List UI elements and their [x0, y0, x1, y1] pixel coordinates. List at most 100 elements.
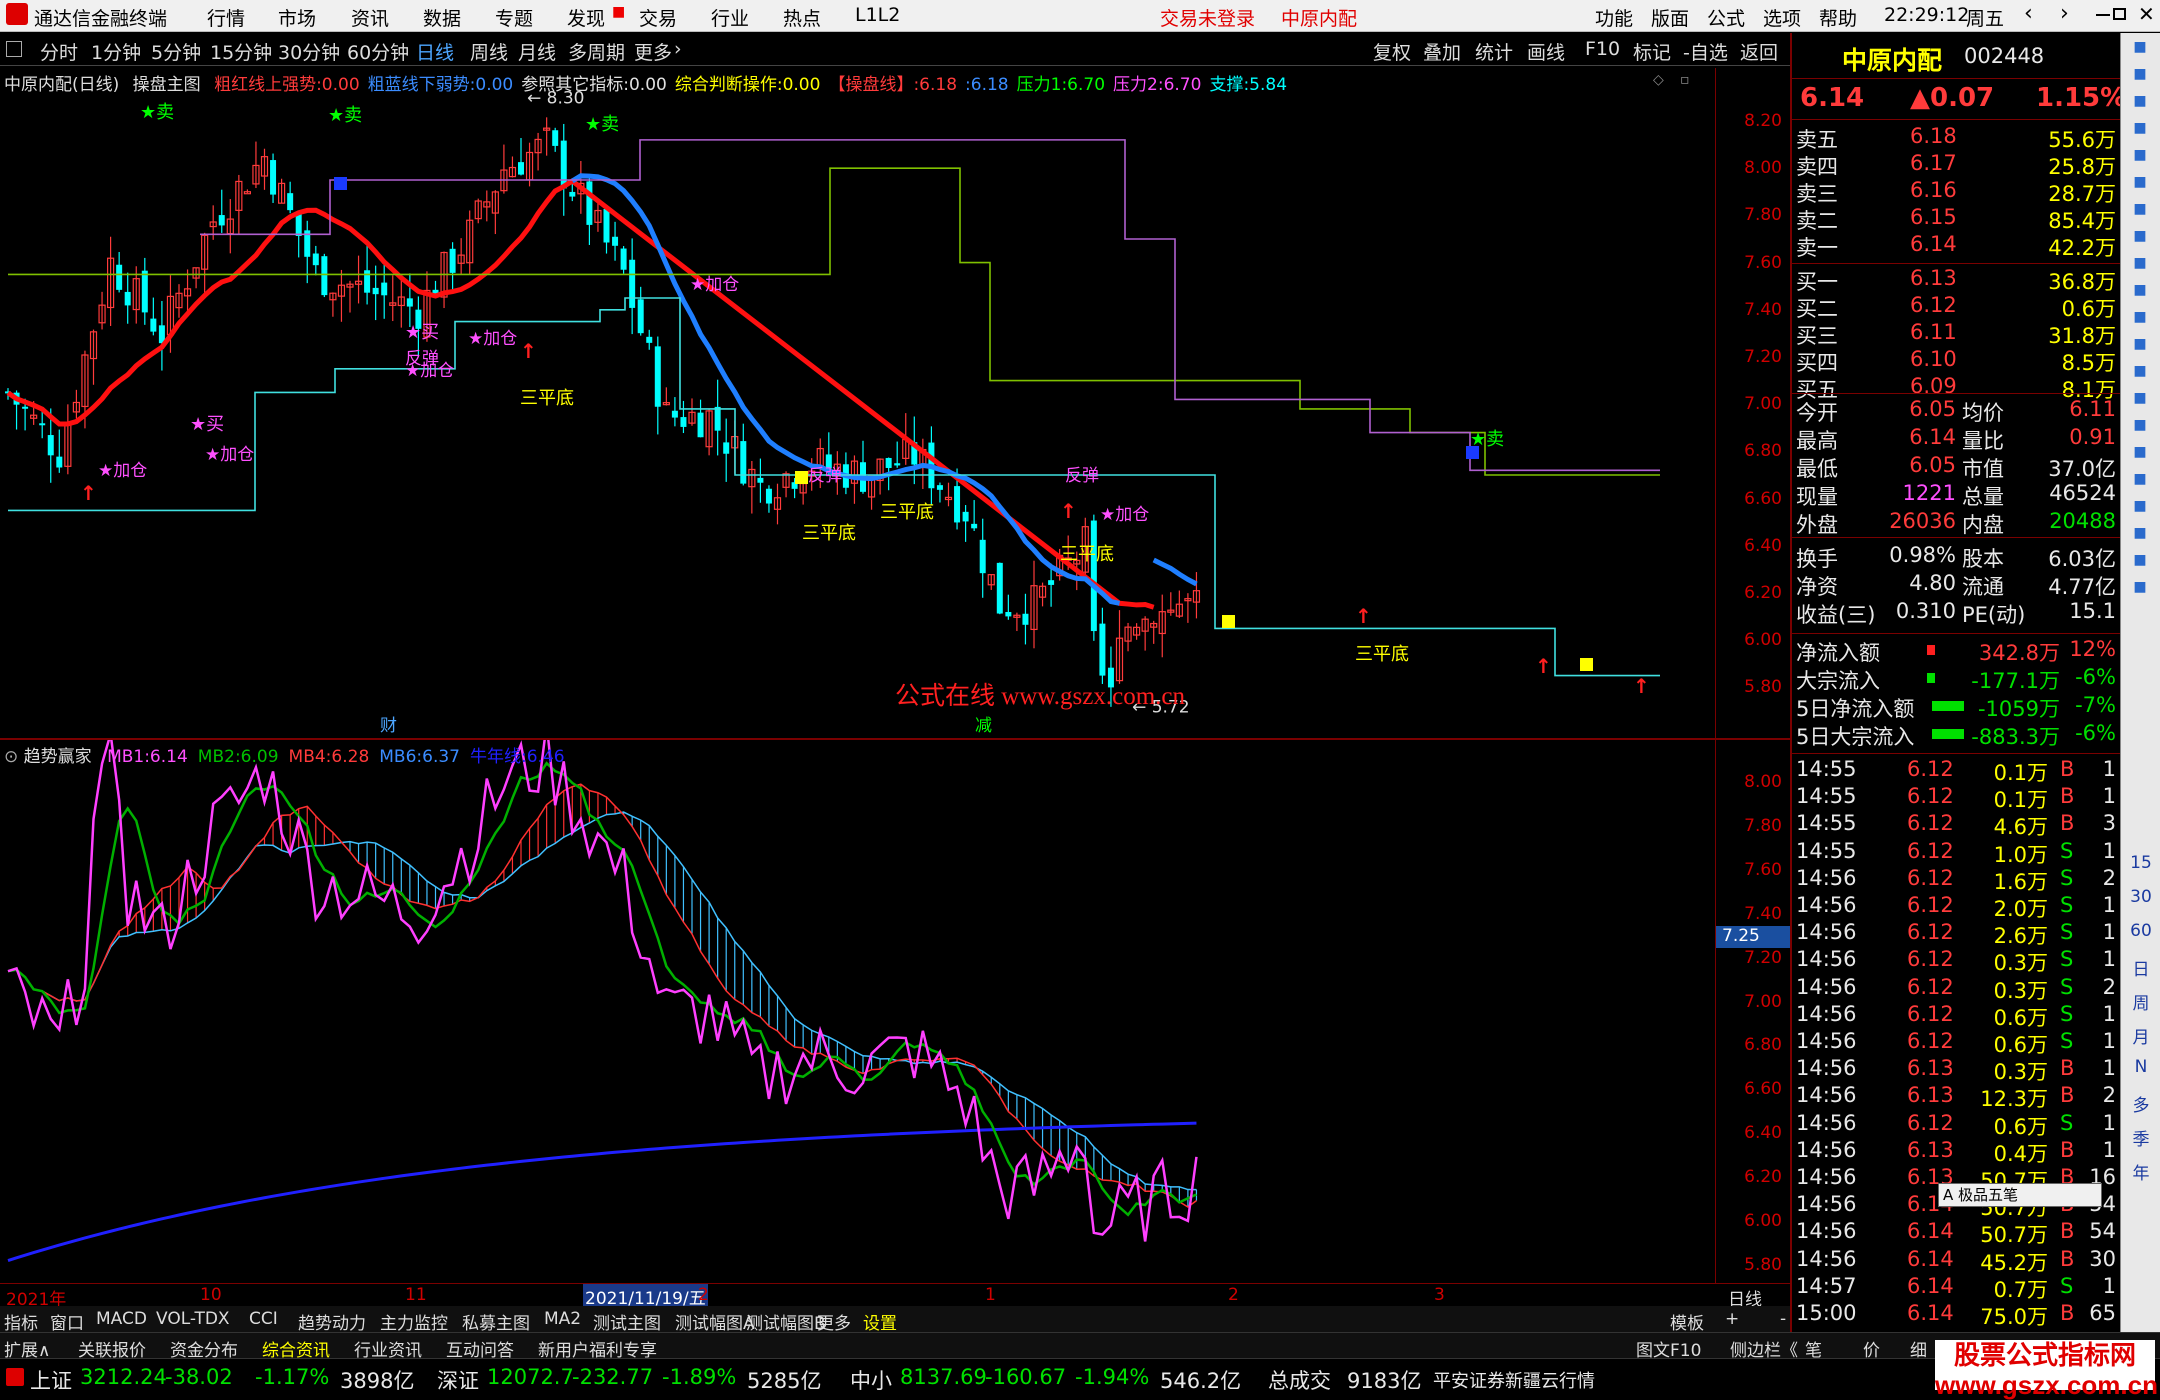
tick-price: 6.12	[1907, 1001, 1954, 1026]
down-icon[interactable]: ■	[2129, 93, 2151, 115]
indicator-tab[interactable]: MA2	[544, 1309, 581, 1329]
status-icon[interactable]	[6, 1368, 24, 1386]
indicator-tab[interactable]: 主力监控	[380, 1309, 448, 1334]
sub-indicator-chart[interactable]: ⊙ 趋势赢家 MB1:6.14 MB2:6.09 MB4:6.28 MB6:6.37 牛…	[0, 738, 1715, 1283]
btn-biaoji[interactable]: 标记	[1633, 38, 1671, 65]
btn-diejia[interactable]: 叠加	[1423, 38, 1461, 65]
template-control[interactable]: 模板	[1670, 1309, 1704, 1334]
ime-bar[interactable]: A 极品五笔	[1938, 1183, 2102, 1207]
panel-toggle-icon[interactable]	[6, 41, 22, 57]
tick-chart-icon[interactable]: ■	[2129, 174, 2151, 196]
menu-jiaoyi[interactable]: 交易	[639, 4, 677, 31]
tab-30min[interactable]: 30分钟	[278, 38, 340, 65]
indicator-tab[interactable]: 私募主图	[462, 1309, 530, 1334]
up-icon[interactable]: ■	[2129, 66, 2151, 88]
btn-fuquan[interactable]: 复权	[1373, 38, 1411, 65]
tab-weekly[interactable]: 周线	[470, 38, 508, 65]
tab-1min[interactable]: 1分钟	[91, 38, 141, 65]
menu-hangye[interactable]: 行业	[711, 4, 749, 31]
side-period-item[interactable]: 季	[2125, 1125, 2157, 1150]
hub-icon[interactable]: ■	[2129, 579, 2151, 601]
diamond-icon[interactable]: ◇	[1653, 72, 1664, 88]
table-icon[interactable]: ■	[2129, 228, 2151, 250]
menu-gongshi[interactable]: 公式	[1707, 4, 1745, 31]
side-period-item[interactable]: 周	[2125, 989, 2157, 1014]
grid-icon[interactable]: ■	[2129, 363, 2151, 385]
template-control[interactable]: -	[1780, 1309, 1786, 1329]
side-period-item[interactable]: 60	[2125, 921, 2157, 941]
minimize-icon[interactable]	[2096, 14, 2110, 16]
menu-gongneng[interactable]: 功能	[1595, 4, 1633, 31]
kline-icon[interactable]: ■	[2129, 201, 2151, 223]
forward-arrow-icon[interactable]: ›	[2060, 1, 2069, 26]
back-arrow-icon[interactable]: ‹	[2024, 1, 2033, 26]
tab-60min[interactable]: 60分钟	[347, 38, 409, 65]
menu-hangqing[interactable]: 行情	[207, 4, 245, 31]
side-period-item[interactable]: N	[2125, 1057, 2157, 1077]
menu-faxian[interactable]: 发现	[567, 4, 605, 31]
pen-icon[interactable]: ■	[2129, 498, 2151, 520]
restore-icon[interactable]	[2113, 8, 2126, 20]
tab-monthly[interactable]: 月线	[518, 38, 556, 65]
side-period-item[interactable]: 15	[2125, 853, 2157, 873]
sub-collapse-icon[interactable]: ⊙	[4, 747, 18, 767]
move-icon[interactable]: ■	[2129, 471, 2151, 493]
close-icon[interactable]: ■	[2129, 39, 2151, 61]
money-icon[interactable]: ■	[2129, 309, 2151, 331]
main-kline-chart[interactable]: ← 8.30 ← 5.72 ★卖 ★卖 ★卖 ★卖 ★买 ★买 ★加仓 ★加仓 ★加仓 ★加仓 ★加仓 ★…	[0, 68, 1715, 738]
tab-fenshi[interactable]: 分时	[40, 38, 78, 65]
news-icon[interactable]: ■	[2129, 282, 2151, 304]
tab-more[interactable]: 更多	[634, 38, 672, 65]
side-period-item[interactable]: 多	[2125, 1091, 2157, 1116]
chart-icon[interactable]: ■	[2129, 147, 2151, 169]
menu-zhuanti[interactable]: 专题	[495, 4, 533, 31]
close-icon[interactable]: ✕	[2138, 2, 2155, 26]
menu-xuanxiang[interactable]: 选项	[1763, 4, 1801, 31]
rsi-icon[interactable]: ■	[2129, 444, 2151, 466]
btn-fanhui[interactable]: 返回	[1740, 38, 1778, 65]
indicator-tab[interactable]: 窗口	[50, 1309, 84, 1334]
menu-shichang[interactable]: 市场	[278, 4, 316, 31]
f10-icon[interactable]: ■	[2129, 255, 2151, 277]
sub-indicator-name[interactable]: 趋势赢家	[24, 747, 92, 767]
btn-f10[interactable]: F10	[1585, 38, 1620, 60]
btn-zixuan[interactable]: -自选	[1683, 38, 1728, 65]
tab-5min[interactable]: 5分钟	[151, 38, 201, 65]
side-period-item[interactable]: 月	[2125, 1023, 2157, 1048]
indicator-tab[interactable]: 测试幅图A	[675, 1309, 755, 1334]
indicator-tab[interactable]: 测试主图	[593, 1309, 661, 1334]
indicator-tab[interactable]: VOL-TDX	[156, 1309, 230, 1329]
login-status[interactable]: 交易未登录	[1160, 4, 1255, 31]
tab-multi-period[interactable]: 多周期	[568, 38, 625, 65]
indicator-tab[interactable]: 更多	[817, 1309, 851, 1334]
menu-redian[interactable]: 热点	[783, 4, 821, 31]
indicator-tab[interactable]: 设置	[863, 1309, 897, 1334]
template-control[interactable]: +	[1725, 1309, 1739, 1329]
info-icon[interactable]: ■	[2129, 390, 2151, 412]
tab-daily[interactable]: 日线	[416, 38, 454, 65]
main-indicator-name[interactable]: 操盘主图	[133, 75, 201, 95]
indicator-tab[interactable]: 测试幅图B	[746, 1309, 826, 1334]
menu-banmian[interactable]: 版面	[1651, 4, 1689, 31]
list-icon[interactable]: ■	[2129, 120, 2151, 142]
book-icon[interactable]: ■	[2129, 336, 2151, 358]
btn-tongji[interactable]: 统计	[1475, 38, 1513, 65]
chevron-right-icon[interactable]: ›	[674, 38, 682, 60]
tab-15min[interactable]: 15分钟	[210, 38, 272, 65]
side-period-item[interactable]: 日	[2125, 955, 2157, 980]
settings-icon[interactable]: ■	[2129, 552, 2151, 574]
btn-huaxian[interactable]: 画线	[1527, 38, 1565, 65]
side-period-item[interactable]: 年	[2125, 1159, 2157, 1184]
menu-bangzhu[interactable]: 帮助	[1819, 4, 1857, 31]
target-icon[interactable]: ■	[2129, 417, 2151, 439]
menu-shuju[interactable]: 数据	[423, 4, 461, 31]
indicator-tab[interactable]: 指标	[4, 1309, 38, 1334]
menu-zixun[interactable]: 资讯	[351, 4, 389, 31]
indicator-tab[interactable]: CCI	[249, 1309, 278, 1329]
fs-icon[interactable]: ■	[2129, 525, 2151, 547]
indicator-tab[interactable]: 趋势动力	[298, 1309, 366, 1334]
side-period-item[interactable]: 30	[2125, 887, 2157, 907]
indicator-tab[interactable]: MACD	[96, 1309, 147, 1329]
square-icon[interactable]: ▫	[1680, 72, 1690, 88]
menu-l1l2[interactable]: L1L2	[855, 4, 900, 26]
